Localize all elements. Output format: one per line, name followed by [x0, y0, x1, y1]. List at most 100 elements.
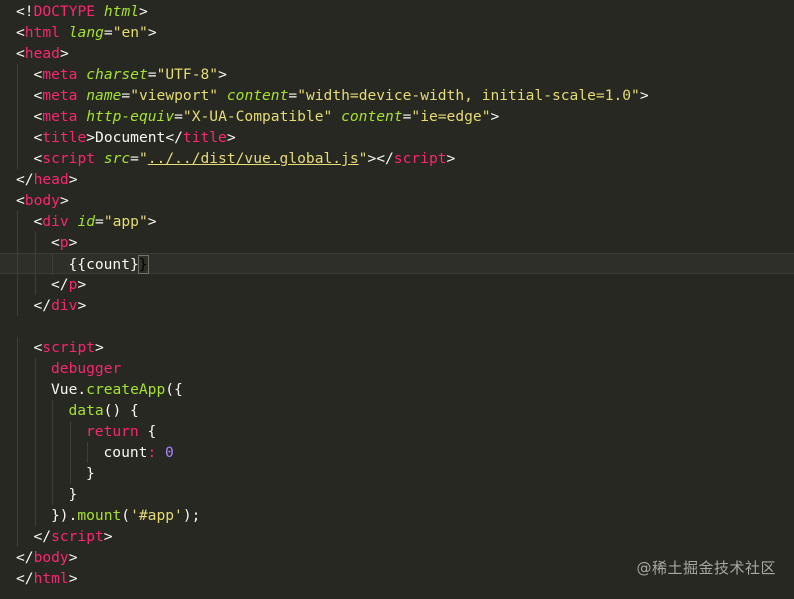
code-token-attr: content [341, 108, 403, 125]
code-text: </p> [51, 274, 86, 295]
code-line[interactable]: <meta charset="UTF-8"> [0, 64, 794, 85]
indent-guide [69, 442, 71, 463]
indent-guide [17, 442, 18, 463]
code-token-punc: </ [33, 528, 52, 545]
code-line-active[interactable]: {{count}} [0, 253, 794, 275]
indent-guide [34, 400, 36, 421]
code-token-punc: > [446, 150, 456, 167]
code-token-punc: > [218, 66, 227, 83]
code-token-cursor: } [137, 255, 149, 274]
indent-guide [34, 463, 36, 484]
code-token-str: "X-UA-Compatible" [182, 108, 333, 125]
code-line[interactable]: </p> [0, 274, 794, 295]
indent-guide [34, 254, 36, 275]
code-line[interactable]: </div> [0, 295, 794, 316]
code-token-attr: content [226, 87, 289, 104]
code-token-text: count [103, 444, 148, 461]
code-token-punc: < [51, 234, 60, 251]
code-token-punc [77, 108, 86, 125]
code-line[interactable]: Vue.createApp({ [0, 379, 794, 400]
indent-guide [17, 106, 18, 127]
code-line[interactable]: }).mount('#app'); [0, 505, 794, 526]
code-text: <p> [51, 232, 77, 253]
code-line[interactable]: return { [0, 421, 794, 442]
code-editor[interactable]: <!DOCTYPE html> <html lang="en"> <head> <me… [0, 0, 794, 599]
code-line[interactable]: <!DOCTYPE html> [0, 1, 794, 22]
code-line[interactable]: } [0, 463, 794, 484]
code-token-tag: div [42, 213, 69, 230]
code-token-tag: head [24, 45, 60, 62]
indent-guide [17, 400, 18, 421]
code-token-attr: lang [68, 24, 104, 41]
code-line[interactable]: <meta name="viewport" content="width=dev… [0, 85, 794, 106]
code-token-punc: <! [16, 3, 34, 20]
indent-guide [17, 526, 18, 547]
indent-guide [17, 463, 18, 484]
code-token-key: debugger [51, 360, 122, 377]
code-token-key: : [147, 444, 157, 461]
code-token-punc: > [77, 276, 87, 293]
code-token-punc: > [68, 549, 78, 566]
code-token-text: ( [121, 507, 131, 524]
code-token-str: "en" [112, 24, 148, 41]
code-token-punc: > [226, 129, 236, 146]
code-token-tag: head [33, 171, 69, 188]
code-token-tag: meta [42, 108, 78, 125]
code-text: return { [86, 421, 156, 442]
code-token-text: {{count} [68, 256, 139, 273]
code-token-punc [218, 87, 227, 104]
code-token-punc: > [86, 129, 96, 146]
code-line[interactable]: debugger [0, 358, 794, 379]
indent-guide [52, 442, 53, 463]
code-line[interactable]: <script src="../../dist/vue.global.js"><… [0, 148, 794, 169]
code-token-punc: > [147, 213, 157, 230]
code-line[interactable]: <p> [0, 232, 794, 253]
indent-guide [17, 211, 18, 232]
code-text: {{count}} [68, 254, 149, 275]
code-token-text: ); [182, 507, 201, 524]
code-token-punc: < [16, 45, 25, 62]
code-line[interactable]: </head> [0, 169, 794, 190]
code-line[interactable] [0, 316, 794, 337]
code-token-punc [60, 24, 69, 41]
code-text: <div id="app"> [34, 211, 157, 232]
code-token-punc: < [16, 192, 25, 209]
code-line[interactable]: <html lang="en"> [0, 22, 794, 43]
code-line[interactable]: <title>Document</title> [0, 127, 794, 148]
code-token-key: return [86, 423, 139, 440]
code-token-str: "width=device-width, initial-scale=1.0" [297, 87, 640, 104]
code-token-punc: = [288, 87, 298, 104]
code-token-punc: > [68, 234, 78, 251]
code-text: data() { [69, 400, 139, 421]
code-token-punc: > [68, 570, 78, 587]
code-token-punc: > [103, 528, 113, 545]
code-line[interactable]: <script> [0, 337, 794, 358]
code-text: }).mount('#app'); [51, 505, 200, 526]
code-line[interactable]: <head> [0, 43, 794, 64]
code-token-tag: script [51, 528, 104, 545]
code-token-attr: charset [86, 66, 148, 83]
code-line[interactable]: <body> [0, 190, 794, 211]
code-line[interactable]: data() { [0, 400, 794, 421]
code-text: </body> [16, 547, 78, 568]
code-line[interactable]: <div id="app"> [0, 211, 794, 232]
indent-guide [52, 463, 53, 484]
indent-guide [34, 274, 36, 295]
code-token-attr: name [86, 87, 122, 104]
code-token-punc [77, 66, 86, 83]
code-line[interactable]: } [0, 484, 794, 505]
code-token-punc: < [16, 24, 25, 41]
indent-guide [17, 232, 18, 253]
code-token-punc: > [59, 192, 69, 209]
code-line[interactable]: </script> [0, 526, 794, 547]
code-token-attr: http-equiv [86, 108, 175, 125]
code-line[interactable]: count: 0 [0, 442, 794, 463]
indent-guide [17, 274, 18, 295]
code-text: <meta charset="UTF-8"> [34, 64, 227, 85]
indent-guide [17, 85, 18, 106]
code-token-punc: > [147, 24, 157, 41]
code-token-str: "ie=edge" [411, 108, 491, 125]
code-line[interactable]: <meta http-equiv="X-UA-Compatible" conte… [0, 106, 794, 127]
code-token-text: }). [51, 507, 78, 524]
